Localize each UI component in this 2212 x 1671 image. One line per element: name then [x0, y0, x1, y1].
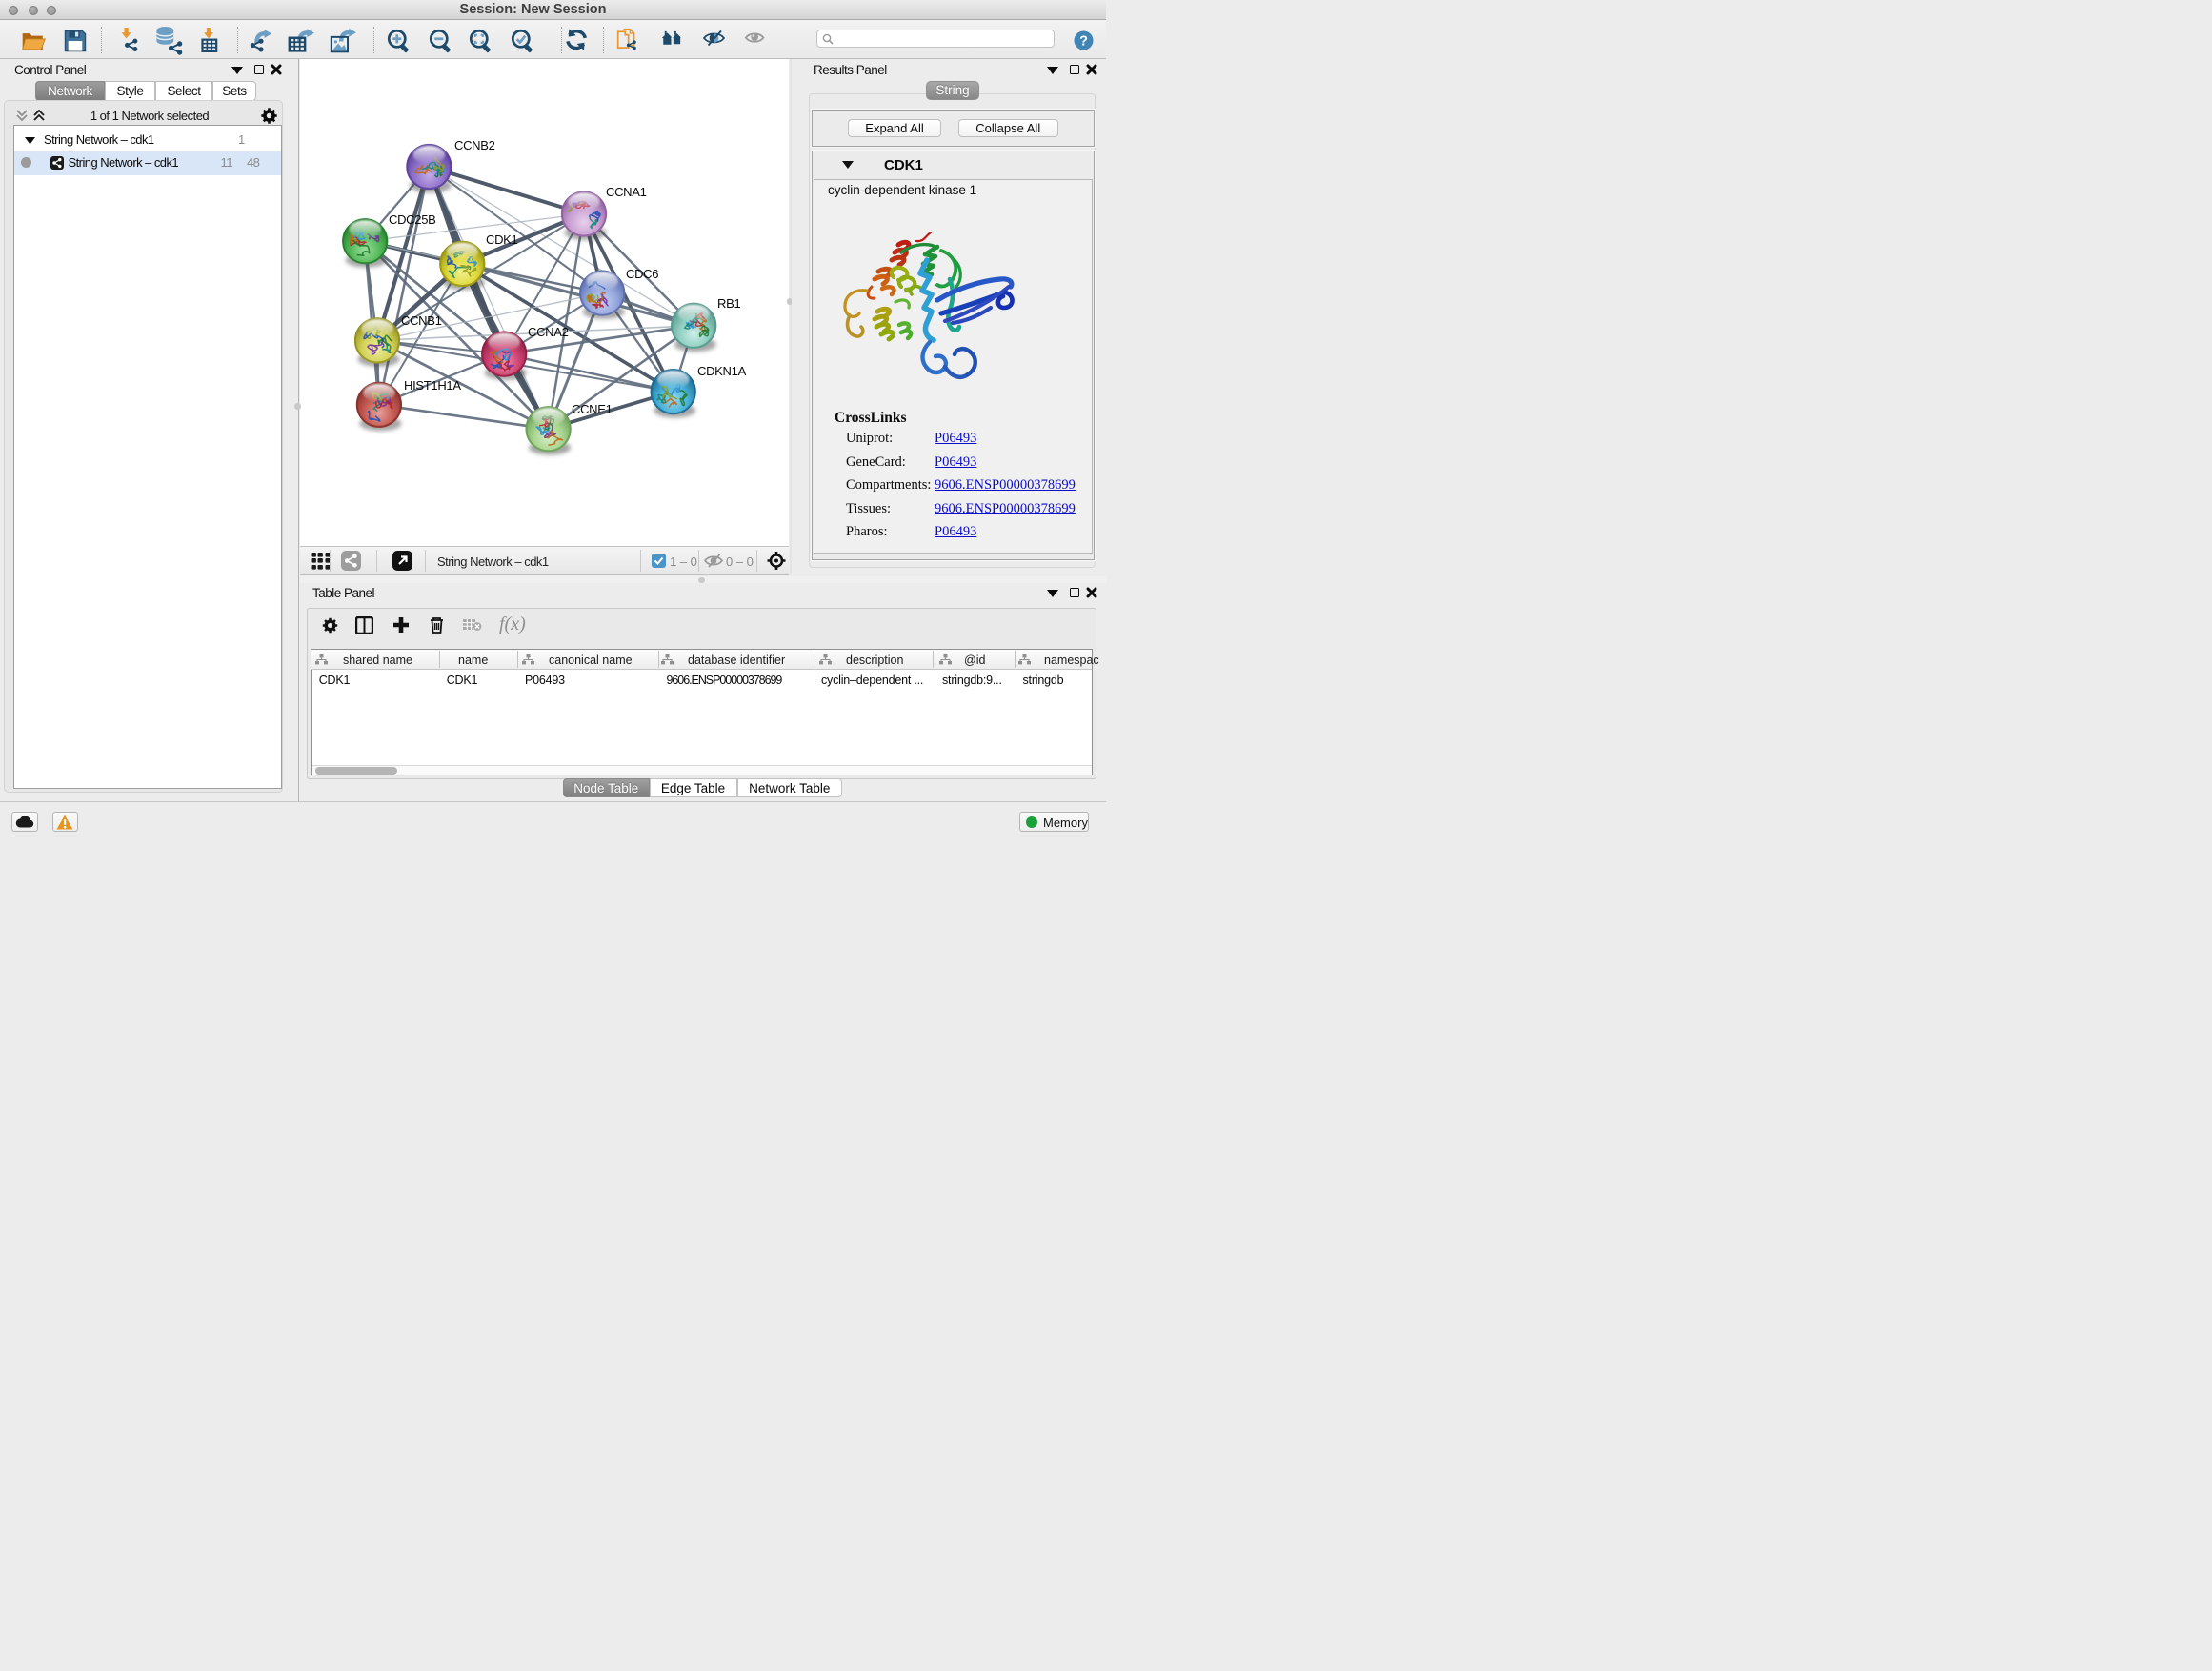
- svg-text:?: ?: [1079, 33, 1088, 49]
